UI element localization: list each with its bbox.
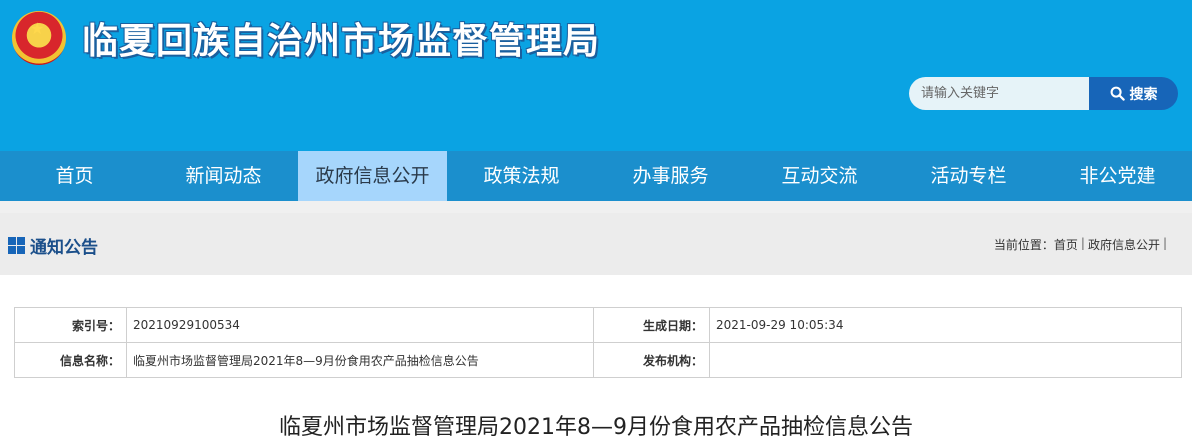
site-header: ★ 临夏回族自治州市场监督管理局 搜索 [0,0,1192,151]
breadcrumb-gov-info[interactable]: 政府信息公开 [1088,236,1160,253]
nav-item-services[interactable]: 办事服务 [596,151,745,201]
search-button[interactable]: 搜索 [1089,77,1178,110]
breadcrumb-prefix: 当前位置： [993,238,1054,252]
nav-item-gov-info[interactable]: 政府信息公开 [298,151,447,201]
breadcrumb: 当前位置： 首页 | 政府信息公开 | [994,236,1170,253]
article-title: 临夏州市场监督管理局2021年8—9月份食用农产品抽检信息公告 [279,415,913,440]
divider-strip [0,201,1192,213]
search-button-label: 搜索 [1129,86,1158,103]
index-value: 20210929100534 [126,307,594,343]
breadcrumb-separator: | [1162,236,1167,250]
national-emblem-icon: ★ [12,11,66,65]
date-label: 生成日期： [593,307,710,343]
publisher-value [709,342,1182,378]
index-label: 索引号： [14,307,127,343]
nav-item-home[interactable]: 首页 [0,151,149,201]
breadcrumb-separator: | [1080,236,1085,250]
main-nav: 首页 新闻动态 政府信息公开 政策法规 办事服务 互动交流 活动专栏 非公党建 [0,151,1192,201]
section-header: 通知公告 当前位置： 首页 | 政府信息公开 | [0,213,1192,275]
nav-item-activities[interactable]: 活动专栏 [894,151,1043,201]
grid-icon [8,237,25,254]
name-label: 信息名称： [14,342,127,378]
nav-item-policy[interactable]: 政策法规 [447,151,596,201]
site-title: 临夏回族自治州市场监督管理局 [82,21,601,62]
info-table: 索引号： 20210929100534 生成日期： 2021-09-29 10:… [14,307,1182,378]
nav-item-party[interactable]: 非公党建 [1043,151,1192,201]
table-row: 信息名称： 临夏州市场监督管理局2021年8—9月份食用农产品抽检信息公告 发布… [14,342,1182,378]
section-title: 通知公告 [30,238,98,258]
nav-item-news[interactable]: 新闻动态 [149,151,298,201]
date-value: 2021-09-29 10:05:34 [709,307,1182,343]
table-row: 索引号： 20210929100534 生成日期： 2021-09-29 10:… [14,307,1182,343]
breadcrumb-home[interactable]: 首页 [1054,236,1078,253]
search-input[interactable] [909,77,1089,110]
publisher-label: 发布机构： [593,342,710,378]
search-icon [1110,86,1125,101]
name-value: 临夏州市场监督管理局2021年8—9月份食用农产品抽检信息公告 [126,342,594,378]
nav-item-interaction[interactable]: 互动交流 [745,151,894,201]
